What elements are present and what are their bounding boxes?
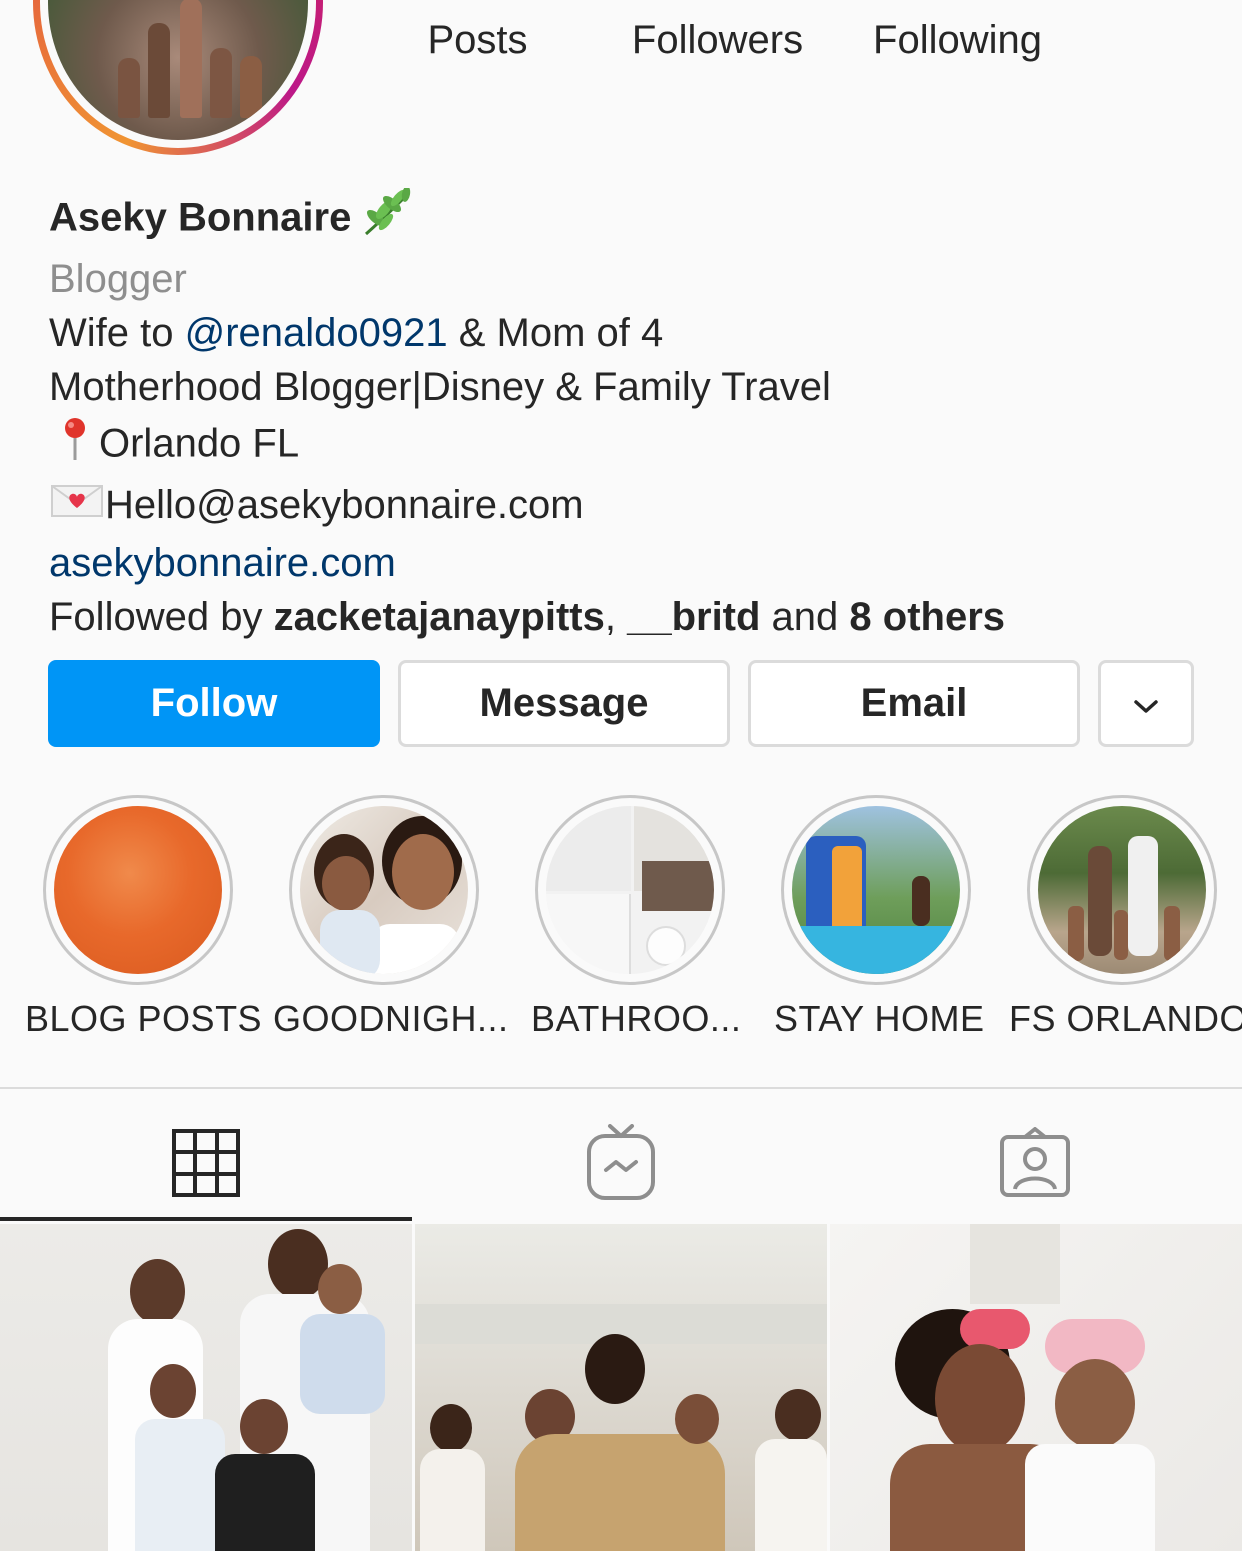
leaf-icon [362, 186, 414, 252]
highlight-goodnight[interactable] [289, 795, 479, 985]
avatar-gap [40, 0, 316, 148]
love-letter-icon [49, 478, 105, 536]
stat-posts[interactable]: Posts [400, 0, 555, 63]
highlight-ring [289, 795, 479, 985]
grid-icon [171, 1128, 241, 1203]
profile-avatar[interactable] [33, 0, 323, 155]
followed-by-user[interactable]: zacketajanaypitts [274, 595, 605, 639]
highlight-ring [43, 795, 233, 985]
highlight-ring [1027, 795, 1217, 985]
tagged-icon [999, 1126, 1071, 1204]
highlight-cover [1038, 806, 1206, 974]
tabs-divider [0, 1087, 1242, 1089]
followed-by-text: Followed by [49, 595, 274, 640]
follow-button[interactable]: Follow [48, 660, 380, 747]
highlight-label: FS ORLANDO [1009, 998, 1242, 1039]
highlight-label: BATHROO... [531, 998, 742, 1039]
highlight-blog-posts[interactable] [43, 795, 233, 985]
highlight-fs-orlando[interactable] [1027, 795, 1217, 985]
highlight-cover [792, 806, 960, 974]
chevron-down-icon [1132, 681, 1160, 726]
highlight-cover [300, 806, 468, 974]
stat-following[interactable]: Following [860, 0, 1055, 63]
followed-by-text: , [604, 595, 628, 640]
highlight-cover [546, 806, 714, 974]
profile-category: Blogger [49, 257, 187, 301]
email-text[interactable]: Hello@asekybonnaire.com [105, 483, 584, 527]
highlight-stay-home[interactable] [781, 795, 971, 985]
followers-label: Followers [631, 18, 804, 62]
location-text: Orlando FL [99, 421, 300, 466]
email-line: Hello@asekybonnaire.com [49, 478, 1005, 536]
following-label: Following [873, 18, 1042, 62]
tab-grid[interactable] [0, 1110, 412, 1220]
followed-by-user[interactable]: __britd [627, 595, 760, 639]
stat-followers[interactable]: Followers [615, 0, 820, 63]
pin-icon [49, 414, 99, 478]
bio-line-1: Wife to @renaldo0921 & Mom of 4 [49, 306, 1005, 360]
followed-by-line[interactable]: Followed by zacketajanaypitts, __britd a… [49, 590, 1005, 644]
message-button[interactable]: Message [398, 660, 730, 747]
tab-igtv[interactable] [415, 1110, 827, 1220]
following-count-cropped [860, 0, 1055, 2]
more-options-button[interactable] [1098, 660, 1194, 747]
bio-text: Wife to [49, 311, 185, 355]
followed-by-text: and [760, 595, 850, 640]
highlight-label: STAY HOME [774, 998, 985, 1039]
post-thumbnail[interactable] [415, 1224, 827, 1551]
avatar-photo [48, 0, 308, 140]
profile-name: Aseky Bonnaire [49, 195, 352, 240]
active-tab-indicator [0, 1217, 412, 1221]
website-link[interactable]: asekybonnaire.com [49, 536, 1005, 590]
followed-by-others[interactable]: 8 others [849, 595, 1005, 639]
email-button[interactable]: Email [748, 660, 1080, 747]
name-line: Aseky Bonnaire [49, 186, 1005, 252]
highlight-label: GOODNIGH... [273, 998, 509, 1039]
bio-line-2: Motherhood Blogger|Disney & Family Trave… [49, 365, 831, 409]
igtv-icon [586, 1123, 656, 1207]
followers-count-cropped [615, 0, 820, 2]
highlight-ring [535, 795, 725, 985]
highlight-ring [781, 795, 971, 985]
tab-tagged[interactable] [829, 1110, 1241, 1220]
post-thumbnail[interactable] [0, 1224, 412, 1551]
profile-bio: Aseky Bonnaire Blogger Wife to @renaldo0… [49, 186, 1005, 644]
bio-text: & Mom of 4 [447, 311, 664, 355]
mention-link[interactable]: @renaldo0921 [185, 311, 448, 355]
posts-count-cropped [400, 0, 555, 2]
location-line: Orlando FL [49, 414, 1005, 478]
highlight-cover [54, 806, 222, 974]
highlight-bathroom[interactable] [535, 795, 725, 985]
post-thumbnail[interactable] [830, 1224, 1242, 1551]
highlight-label: BLOG POSTS [25, 998, 263, 1039]
posts-label: Posts [427, 18, 528, 62]
